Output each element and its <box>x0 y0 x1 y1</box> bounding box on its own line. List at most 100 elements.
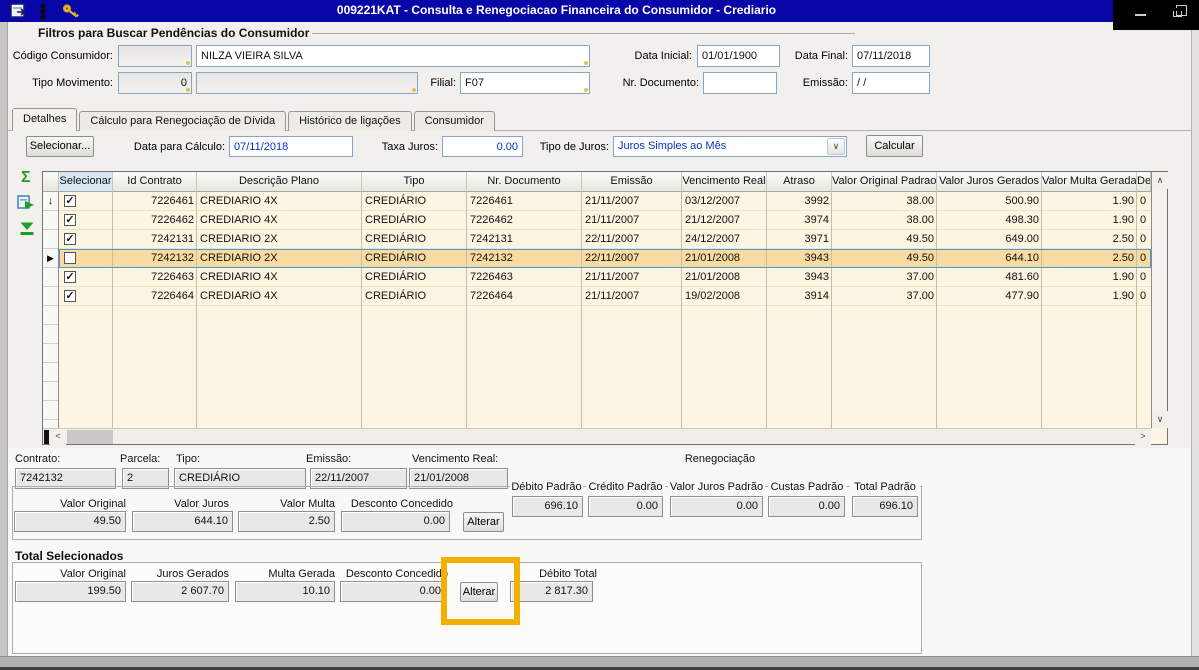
grid-cell[interactable]: CREDIÁRIO <box>362 211 467 230</box>
grid-cell[interactable]: 37.00 <box>832 287 937 306</box>
grid-cell[interactable]: 3974 <box>767 211 832 230</box>
valor-juros-detail-field[interactable]: 644.10 <box>132 511 233 532</box>
scroll-right-icon[interactable]: > <box>1135 429 1151 445</box>
data-calculo-field[interactable]: 07/11/2018 <box>229 136 353 157</box>
grid-cell[interactable]: 1.90 <box>1042 287 1137 306</box>
grid-cell[interactable]: CREDIÁRIO <box>362 268 467 287</box>
scroll-left-icon[interactable]: < <box>50 429 66 445</box>
grid-cell[interactable]: 38.00 <box>832 211 937 230</box>
debito-padrao-field[interactable]: 696.10 <box>512 496 583 517</box>
alterar-total-button[interactable]: Alterar <box>460 582 498 602</box>
tab-detalhes[interactable]: Detalhes <box>12 108 77 131</box>
selecionar-button[interactable]: Selecionar... <box>26 136 94 157</box>
table-row[interactable]: ✓7226463CREDIARIO 4XCREDIÁRIO722646321/1… <box>59 268 1151 287</box>
grid-cell[interactable]: 7242131 <box>467 230 582 249</box>
alterar-parcela-button[interactable]: Alterar <box>463 512 504 532</box>
grid-cell[interactable]: 1.90 <box>1042 211 1137 230</box>
tipo-movimento-field[interactable]: 0 <box>118 72 192 94</box>
grid-column-header[interactable]: Valor Original Padrao <box>832 172 937 192</box>
valor-original-total-field[interactable]: 199.50 <box>15 581 126 602</box>
grid-cell[interactable]: CREDIARIO 2X <box>197 230 362 249</box>
grid-cell[interactable]: 7242132 <box>113 249 197 268</box>
scroll-down-icon[interactable]: ∨ <box>1152 411 1168 428</box>
grid-column-header[interactable]: Vencimento Real <box>682 172 767 192</box>
grid-cell[interactable]: CREDIARIO 2X <box>197 249 362 268</box>
grid-cell[interactable]: 7226464 <box>467 287 582 306</box>
grid-cell[interactable]: 0 <box>1137 268 1151 287</box>
grid-column-header[interactable]: Emissão <box>582 172 682 192</box>
data-inicial-field[interactable]: 01/01/1900 <box>697 45 780 67</box>
grid-cell[interactable]: 3943 <box>767 249 832 268</box>
grid-cell[interactable]: 1.90 <box>1042 268 1137 287</box>
custas-padrao-field[interactable]: 0.00 <box>768 496 845 517</box>
table-row[interactable]: 7242132CREDIARIO 2XCREDIÁRIO724213222/11… <box>59 249 1151 268</box>
calcular-button[interactable]: Calcular <box>866 135 923 157</box>
grid-cell[interactable]: 7226461 <box>113 192 197 211</box>
grid-cell[interactable]: 49.50 <box>832 230 937 249</box>
juros-gerados-field[interactable]: 2 607.70 <box>131 581 229 602</box>
row-checkbox[interactable]: ✓ <box>64 290 76 302</box>
grid-cell[interactable]: 22/11/2007 <box>582 249 682 268</box>
codigo-consumidor-field[interactable] <box>118 45 192 67</box>
chevron-down-icon[interactable]: ∨ <box>827 138 845 155</box>
grid-cell[interactable]: 21/11/2007 <box>582 268 682 287</box>
grid-column-header[interactable]: Atraso <box>767 172 832 192</box>
tab-calculo-renegociacao[interactable]: Cálculo para Renegociação de Dívida <box>79 111 286 131</box>
horizontal-scroll-thumb[interactable] <box>67 430 113 444</box>
go-to-last-row-icon[interactable] <box>20 222 35 236</box>
vertical-scrollbar[interactable]: ∧ ∨ <box>1151 172 1167 428</box>
table-row[interactable]: ✓7226464CREDIARIO 4XCREDIÁRIO722646421/1… <box>59 287 1151 306</box>
grid-cell[interactable]: 37.00 <box>832 268 937 287</box>
grid-cell[interactable]: 7226462 <box>113 211 197 230</box>
grid-cell[interactable]: 49.50 <box>832 249 937 268</box>
grid-cell[interactable]: 481.60 <box>937 268 1042 287</box>
desconto-detail-field[interactable]: 0.00 <box>341 511 450 532</box>
grid-cell[interactable]: 2.50 <box>1042 230 1137 249</box>
data-final-field[interactable]: 07/11/2018 <box>852 45 930 67</box>
grid-column-header[interactable]: Valor Juros Gerados <box>937 172 1042 192</box>
taxa-juros-field[interactable]: 0.00 <box>442 136 523 157</box>
grid-cell[interactable]: CREDIARIO 4X <box>197 287 362 306</box>
grid-cell[interactable]: 7226464 <box>113 287 197 306</box>
grid-cell[interactable]: CREDIÁRIO <box>362 249 467 268</box>
desconto-total-field[interactable]: 0.00 <box>340 581 446 602</box>
tab-consumidor[interactable]: Consumidor <box>414 111 495 131</box>
filial-field[interactable]: F07 <box>460 72 590 94</box>
grid-cell[interactable]: CREDIARIO 4X <box>197 268 362 287</box>
grid-column-header[interactable]: Descrição Plano <box>197 172 362 192</box>
grid-cell[interactable]: 3971 <box>767 230 832 249</box>
row-checkbox[interactable]: ✓ <box>64 195 76 207</box>
grid-cell[interactable]: 500.90 <box>937 192 1042 211</box>
tipo-movimento-desc-field[interactable] <box>196 72 418 94</box>
grid-cell[interactable]: 03/12/2007 <box>682 192 767 211</box>
row-checkbox[interactable]: ✓ <box>64 271 76 283</box>
grid-cell[interactable]: 498.30 <box>937 211 1042 230</box>
grid-cell[interactable]: 38.00 <box>832 192 937 211</box>
grid-cell[interactable]: CREDIÁRIO <box>362 192 467 211</box>
row-checkbox[interactable]: ✓ <box>64 233 76 245</box>
grid-cell[interactable]: 1.90 <box>1042 192 1137 211</box>
grid-cell[interactable]: 3943 <box>767 268 832 287</box>
export-record-icon[interactable] <box>17 195 36 211</box>
debito-total-field[interactable]: 2 817.30 <box>510 581 593 602</box>
grid-cell[interactable]: 24/12/2007 <box>682 230 767 249</box>
grid-cell[interactable]: CREDIÁRIO <box>362 287 467 306</box>
credito-padrao-field[interactable]: 0.00 <box>588 496 663 517</box>
grid-cell[interactable]: 649.00 <box>937 230 1042 249</box>
grid-column-header[interactable]: Tipo <box>362 172 467 192</box>
valor-multa-detail-field[interactable]: 2.50 <box>238 511 335 532</box>
emissao-filter-field[interactable]: / / <box>852 72 930 94</box>
horizontal-scrollbar[interactable]: < > <box>43 428 1151 444</box>
grid-cell[interactable]: 21/11/2007 <box>582 211 682 230</box>
grid-cell[interactable]: 644.10 <box>937 249 1042 268</box>
grid-cell[interactable]: 7226463 <box>467 268 582 287</box>
grid-column-header[interactable]: Valor Multa Gerada <box>1042 172 1137 192</box>
grid-cell[interactable]: 0 <box>1137 230 1151 249</box>
table-row[interactable]: ✓7226462CREDIARIO 4XCREDIÁRIO722646221/1… <box>59 211 1151 230</box>
grid-cell[interactable]: 2.50 <box>1042 249 1137 268</box>
grid-cell[interactable]: 0 <box>1137 211 1151 230</box>
valor-original-detail-field[interactable]: 49.50 <box>14 511 126 532</box>
table-row[interactable]: ✓7242131CREDIARIO 2XCREDIÁRIO724213122/1… <box>59 230 1151 249</box>
row-checkbox[interactable] <box>64 252 76 264</box>
grid-cell[interactable]: 7226461 <box>467 192 582 211</box>
